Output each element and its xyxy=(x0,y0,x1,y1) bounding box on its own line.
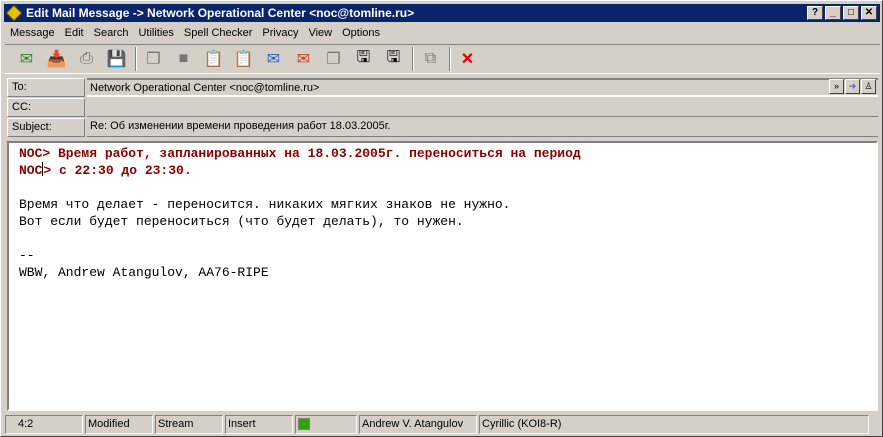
body-line: Время что делает - переносится. никаких … xyxy=(19,197,511,212)
menu-bar: Message Edit Search Utilities Spell Chec… xyxy=(5,25,385,43)
insert-mode[interactable]: Insert xyxy=(225,415,293,434)
status-bar: 4:2 Modified Stream Insert Andrew V. Ata… xyxy=(5,415,869,435)
cc-label: CC: xyxy=(7,98,85,117)
cancel-icon[interactable]: ✕ xyxy=(456,48,479,71)
save-icon[interactable]: 💾 xyxy=(105,48,128,71)
quoted-line: NOC> с 22:30 до 23:30. xyxy=(19,162,192,178)
cursor-position: 4:2 xyxy=(5,415,83,434)
help-button[interactable]: ? xyxy=(807,6,823,20)
menu-spell-checker[interactable]: Spell Checker xyxy=(179,25,257,43)
close-button[interactable]: ✕ xyxy=(861,6,877,20)
window-title: Edit Mail Message -> Network Operational… xyxy=(26,6,415,20)
subject-field[interactable]: Re: Об изменении времени проведения рабо… xyxy=(87,118,878,137)
arrow-right-icon[interactable]: ➜ xyxy=(845,79,860,94)
body-line: Вот если будет переноситься (что будет д… xyxy=(19,214,464,229)
modified-status: Modified xyxy=(85,415,153,434)
stream-mode[interactable]: Stream xyxy=(155,415,223,434)
subject-row: Subject: Re: Об изменении времени провед… xyxy=(7,118,878,137)
save-as-icon[interactable]: 🖫 xyxy=(382,48,405,71)
menu-edit[interactable]: Edit xyxy=(60,25,89,43)
toolbar: ✉ 📥 ⎙ 💾 ❐ ■ 📋 📋 ✉ ✉ ❐ 🖫 🖫 ⧉ ✕ xyxy=(5,44,880,74)
minimize-button[interactable]: _ xyxy=(825,6,841,20)
queue-icon[interactable]: 📥 xyxy=(45,48,68,71)
send-icon[interactable]: ✉ xyxy=(15,48,38,71)
cc-field[interactable] xyxy=(87,98,878,117)
connection-icon xyxy=(295,415,357,434)
address-book-icon[interactable]: ♙ xyxy=(861,79,876,94)
app-icon xyxy=(6,5,22,21)
encoding[interactable]: Cyrillic (KOI8-R) xyxy=(479,415,869,434)
cc-row: CC: xyxy=(7,98,878,117)
menu-search[interactable]: Search xyxy=(89,25,134,43)
paste-quoted-icon[interactable]: 📋 xyxy=(232,48,255,71)
expand-icon[interactable]: » xyxy=(829,79,844,94)
insert-file-icon[interactable]: ❐ xyxy=(322,48,345,71)
paste-icon[interactable]: 📋 xyxy=(202,48,225,71)
user-name: Andrew V. Atangulov xyxy=(359,415,477,434)
cut-icon[interactable]: ■ xyxy=(172,48,195,71)
menu-privacy[interactable]: Privacy xyxy=(257,25,303,43)
sign-icon[interactable]: ✉ xyxy=(292,48,315,71)
title-bar[interactable]: Edit Mail Message -> Network Operational… xyxy=(4,4,880,22)
quoted-line: NOC> Время работ, запланированных на 18.… xyxy=(19,146,581,161)
signature-separator: -- xyxy=(19,248,35,263)
to-label: To: xyxy=(7,78,85,97)
to-field[interactable]: Network Operational Center <noc@tomline.… xyxy=(87,78,878,97)
maximize-button[interactable]: □ xyxy=(843,6,859,20)
subject-label: Subject: xyxy=(7,118,85,137)
edit-mail-window: Edit Mail Message -> Network Operational… xyxy=(0,0,883,437)
menu-utilities[interactable]: Utilities xyxy=(133,25,178,43)
to-row: To: Network Operational Center <noc@toml… xyxy=(7,78,878,97)
menu-message[interactable]: Message xyxy=(5,25,60,43)
signature: WBW, Andrew Atangulov, AA76-RIPE xyxy=(19,265,269,280)
message-body[interactable]: NOC> Время работ, запланированных на 18.… xyxy=(7,141,878,411)
encrypt-icon[interactable]: ✉ xyxy=(262,48,285,71)
menu-options[interactable]: Options xyxy=(337,25,385,43)
menu-view[interactable]: View xyxy=(303,25,337,43)
print-icon[interactable]: ⎙ xyxy=(75,48,98,71)
copy-icon[interactable]: ❐ xyxy=(142,48,165,71)
attach-icon[interactable]: ⧉ xyxy=(419,48,442,71)
save-file-icon[interactable]: 🖫 xyxy=(352,48,375,71)
